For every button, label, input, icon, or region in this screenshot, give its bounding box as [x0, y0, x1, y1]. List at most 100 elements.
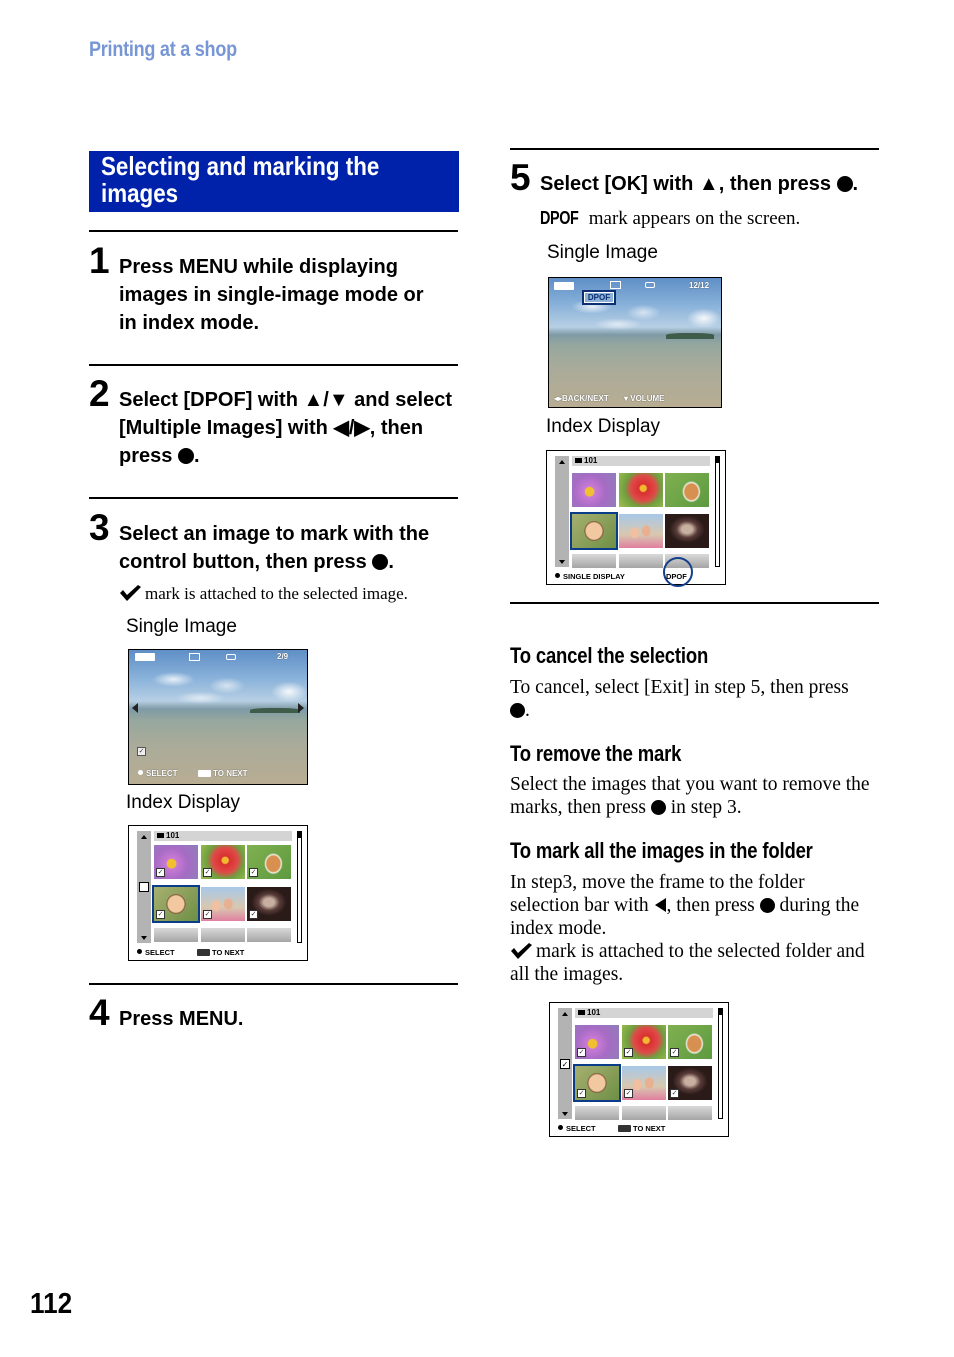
thumbnail	[619, 514, 663, 548]
step-instruction: Select [OK] with ▲, then press .	[540, 170, 858, 198]
thumbnail: ✓	[575, 1025, 619, 1059]
folder-checkbox-checked: ✓	[560, 1058, 570, 1069]
menu-key-icon	[618, 1125, 631, 1132]
battery-icon	[135, 653, 155, 661]
up-arrow-icon	[141, 835, 147, 839]
down-arrow-icon	[562, 1112, 568, 1116]
photo-clouds	[549, 290, 721, 330]
line: Select [DPOF] with ▲/▼ and select	[119, 389, 452, 411]
thumbnail: ✓	[668, 1066, 712, 1100]
step-instruction: Select an image to mark with the control…	[119, 520, 429, 576]
folder-selection-bar	[555, 456, 569, 567]
line: in index mode.	[119, 312, 260, 334]
footer-single-display: SINGLE DISPLAY	[555, 572, 625, 581]
tip-text: in step 3.	[670, 797, 742, 818]
button-icon	[137, 949, 142, 954]
next-arrow-icon	[298, 703, 304, 713]
caption-single-image: Single Image	[547, 242, 658, 263]
thumbnail: ✓	[622, 1066, 666, 1100]
memory-icon	[645, 282, 655, 288]
tip-text: , then press	[666, 895, 755, 916]
dpof-badge: DPOF	[582, 290, 616, 305]
step-3-note: mark is attached to the selected image.	[119, 584, 408, 604]
menu-key-icon	[197, 949, 210, 956]
thumbnail: ✓	[622, 1025, 666, 1059]
photo-island	[665, 333, 715, 339]
footer-back-label: BACK/NEXT	[562, 394, 609, 403]
footer-back-next: ◂▸BACK/NEXT	[554, 394, 609, 403]
tip-heading-remove: To remove the mark	[510, 741, 682, 766]
scrollbar	[718, 1008, 723, 1119]
footer-next: TO NEXT	[197, 948, 244, 957]
page-title-bar: Selecting and marking the images	[89, 151, 459, 212]
step-number: 2	[89, 373, 110, 414]
folder-name: 101	[166, 831, 180, 840]
footer-select: SELECT	[138, 769, 178, 778]
footer-select: SELECT	[558, 1124, 596, 1133]
checkbox-icon: ✓	[577, 1048, 586, 1057]
folder-name: 101	[584, 456, 598, 465]
line: images in single-image mode or	[119, 284, 424, 306]
checkmark-icon	[511, 943, 532, 959]
checkbox-icon: ✓	[624, 1048, 633, 1057]
battery-icon	[554, 282, 574, 290]
checkbox-icon: ✓	[577, 1089, 586, 1098]
folder-selection-bar: ✓	[558, 1008, 572, 1119]
footer-volume: ▾ VOLUME	[624, 394, 665, 403]
footer-select-label: SINGLE DISPLAY	[563, 572, 625, 581]
dpof-mark-icon: DPOF	[540, 208, 579, 228]
thumbnail	[619, 473, 663, 507]
note-text: mark is attached to the selected image.	[145, 584, 408, 603]
divider	[89, 983, 458, 985]
photo-clouds	[129, 663, 307, 704]
thumbnail: ✓	[668, 1025, 712, 1059]
thumbnail: ✓	[201, 845, 245, 879]
footer-next-label: TO NEXT	[213, 769, 248, 778]
line: Press MENU while displaying	[119, 256, 398, 278]
line: Select an image to mark with the	[119, 523, 430, 545]
camera-screen-index-folder: ✓ 101 ✓ ✓ ✓ ✓ ✓ ✓ SELECT TO NEXT	[549, 1002, 729, 1137]
button-icon	[138, 770, 143, 775]
down-arrow-icon	[141, 936, 147, 940]
image-size-icon	[189, 653, 200, 661]
thumbnail-empty	[201, 928, 245, 942]
divider	[510, 602, 879, 604]
folder-name: 101	[587, 1008, 601, 1017]
camera-screen-single-dpof: 12/12 DPOF ◂▸BACK/NEXT ▾ VOLUME	[548, 277, 722, 408]
footer-next-label: TO NEXT	[633, 1124, 666, 1133]
center-button-icon	[650, 800, 666, 815]
caption-index-display: Index Display	[126, 792, 241, 813]
folder-icon	[157, 833, 164, 838]
button-icon	[558, 1125, 563, 1130]
camera-screen-index: 101 ✓ ✓ ✓ ✓ ✓ ✓ SELECT TO NEXT	[128, 825, 308, 961]
camera-screen-index-dpof: 101 SINGLE DISPLAY DPOF	[546, 450, 726, 587]
thumbnail-empty	[572, 554, 616, 568]
highlight-circle	[663, 557, 693, 587]
divider	[510, 148, 879, 150]
image-size-icon	[610, 281, 621, 289]
section-label: Printing at a shop	[89, 38, 237, 61]
checkbox-icon: ✓	[137, 747, 146, 756]
folder-label: 101	[154, 831, 292, 841]
checkbox-icon: ✓	[203, 868, 212, 877]
thumbnail-empty	[154, 928, 198, 942]
folder-icon	[578, 1010, 585, 1015]
page-number: 112	[30, 1288, 73, 1320]
step-number: 1	[89, 240, 110, 281]
image-counter: 2/9	[277, 652, 289, 661]
folder-checkbox	[139, 882, 149, 892]
checkmark-icon	[120, 585, 141, 601]
menu-key-icon	[198, 770, 211, 777]
step-number: 4	[89, 992, 110, 1033]
thumbnail-empty	[622, 1106, 666, 1120]
thumbnail-empty	[619, 554, 663, 568]
image-counter: 12/12	[689, 281, 710, 290]
checkbox-icon: ✓	[670, 1048, 679, 1057]
step-instruction: Press MENU while displaying images in si…	[119, 253, 424, 337]
footer-select: SELECT	[137, 948, 175, 957]
thumbnail-selected	[570, 512, 618, 550]
center-button-icon	[510, 703, 525, 718]
photo-island	[250, 707, 300, 713]
folder-label: 101	[572, 456, 710, 466]
thumbnail: ✓	[247, 845, 291, 879]
